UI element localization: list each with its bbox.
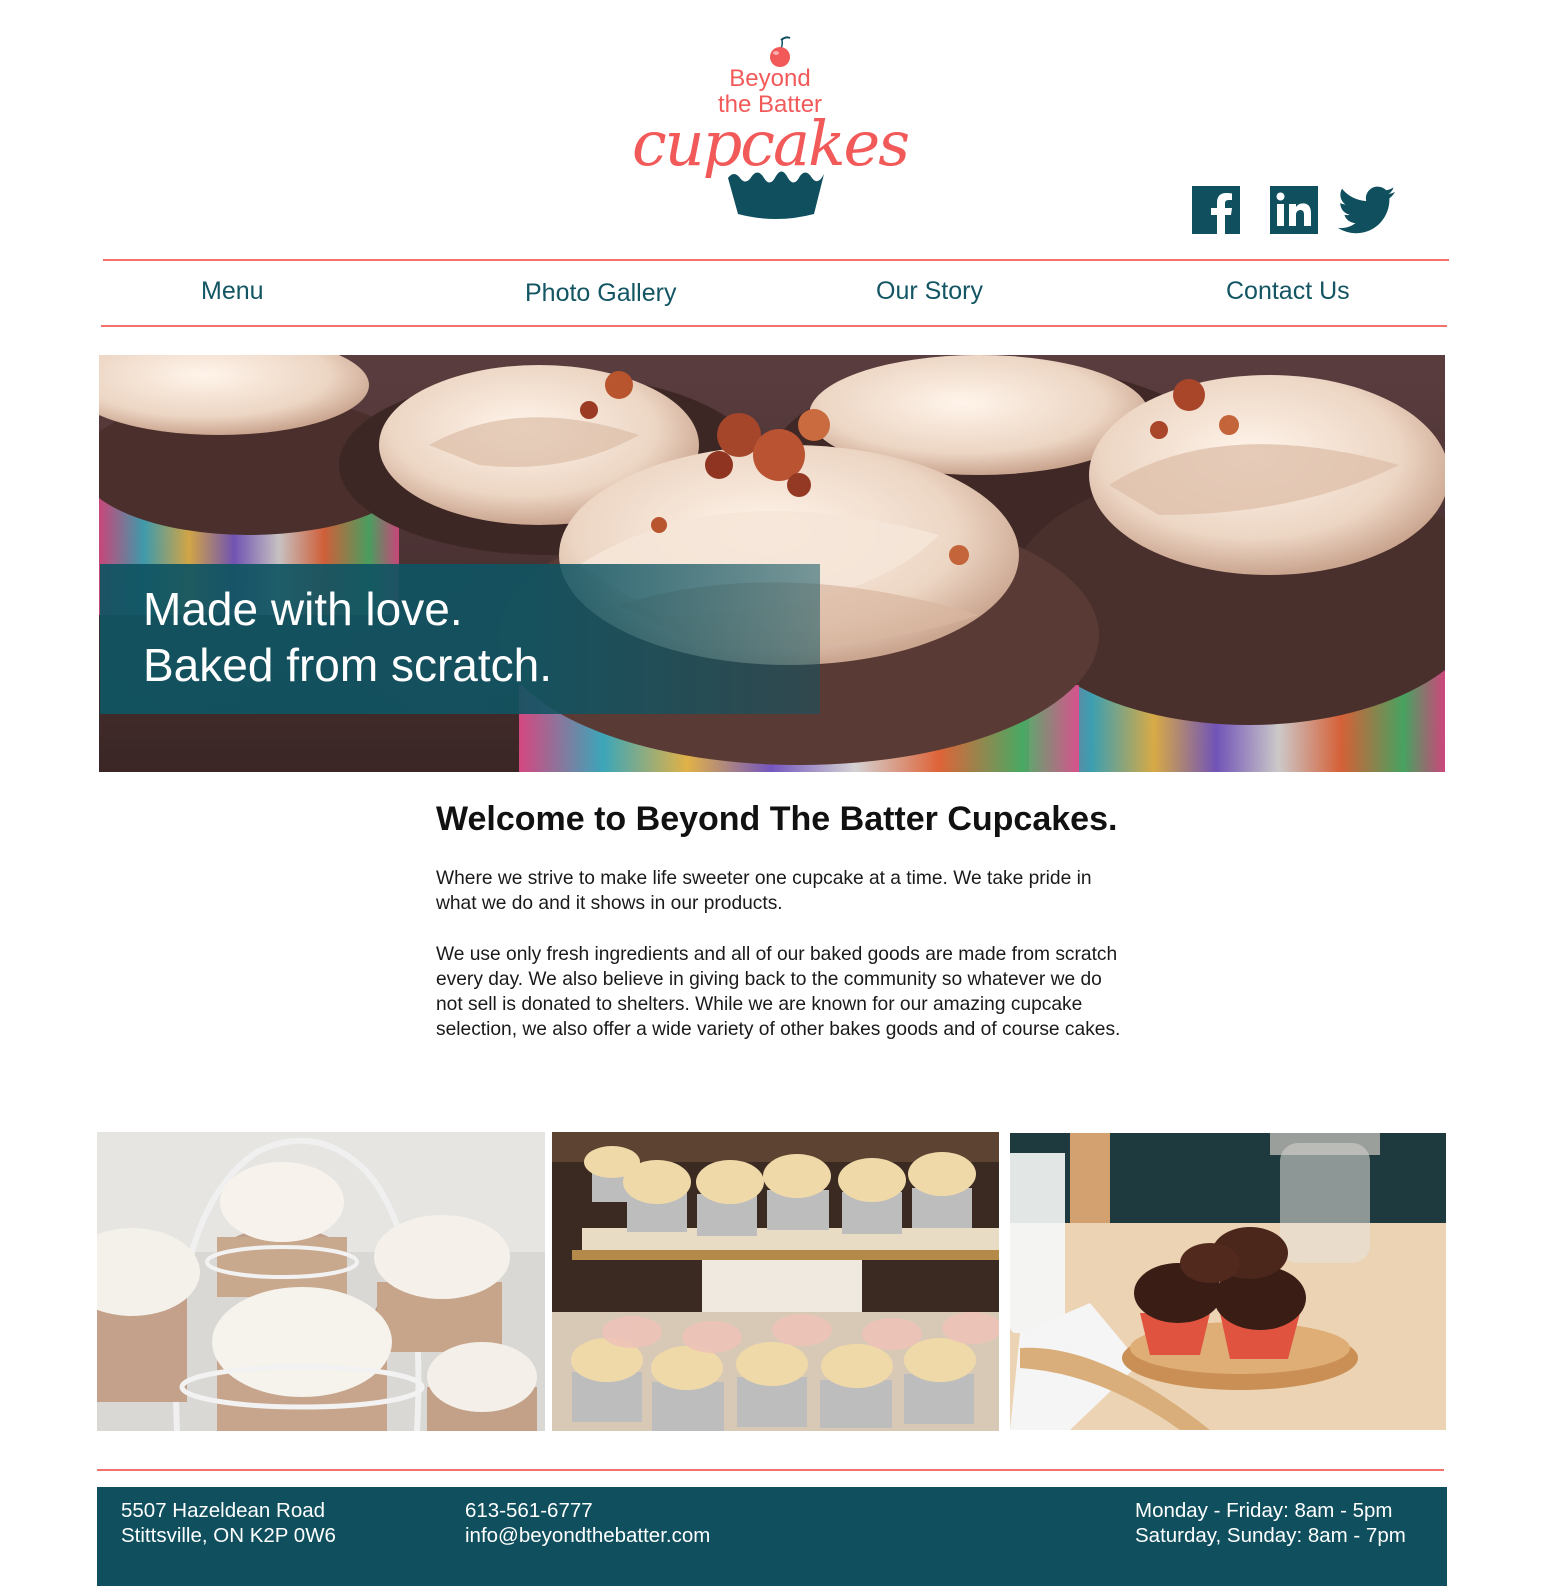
nav-item-photo-gallery[interactable]: Photo Gallery	[525, 276, 676, 310]
footer-phone-link[interactable]: 613-561-6777	[465, 1498, 593, 1523]
linkedin-icon[interactable]	[1270, 186, 1318, 234]
cupcake-wrapper-icon	[728, 171, 824, 219]
hero-banner: Made with love. Baked from scratch.	[99, 355, 1445, 772]
welcome-paragraph-1: Where we strive to make life sweeter one…	[436, 868, 1092, 914]
logo[interactable]: Beyond the Batter cupcakes	[600, 36, 940, 226]
nav-item-our-story[interactable]: Our Story	[876, 274, 983, 308]
nav-item-menu[interactable]: Menu	[201, 274, 264, 308]
gallery-photo-cupcake-stand[interactable]	[97, 1132, 545, 1431]
footer-divider	[97, 1469, 1444, 1471]
welcome-heading: Welcome to Beyond The Batter Cupcakes.	[436, 800, 1118, 838]
hero-tagline-line1: Made with love.	[143, 583, 463, 635]
chocolate-cupcakes-image	[1010, 1133, 1446, 1430]
nav-bottom-divider	[101, 325, 1447, 327]
hero-tagline-line2: Baked from scratch.	[143, 639, 553, 691]
nav-top-divider	[103, 259, 1449, 261]
gallery-photo-chocolate-cupcakes[interactable]	[1010, 1133, 1446, 1430]
footer-address-line1: 5507 Hazeldean Road	[121, 1499, 326, 1522]
gallery-photo-display-shelf[interactable]	[552, 1132, 999, 1431]
twitter-icon[interactable]	[1338, 186, 1396, 234]
nav-item-contact-us[interactable]: Contact Us	[1226, 274, 1350, 308]
footer: 5507 Hazeldean Road Stittsville, ON K2P …	[97, 1487, 1447, 1586]
welcome-paragraph-2: We use only fresh ingredients and all of…	[436, 944, 1121, 1040]
logo-text-beyond: Beyond	[729, 65, 811, 92]
footer-hours-weekend: Saturday, Sunday: 8am - 7pm	[1135, 1524, 1406, 1547]
footer-email-link[interactable]: info@beyondthebatter.com	[465, 1523, 710, 1548]
footer-address-line2: Stittsville, ON K2P 0W6	[121, 1524, 336, 1547]
display-shelf-image	[552, 1132, 999, 1431]
facebook-icon[interactable]	[1192, 186, 1240, 234]
footer-hours-weekday: Monday - Friday: 8am - 5pm	[1135, 1499, 1393, 1522]
cherry-icon	[770, 36, 791, 67]
cupcake-stand-image	[97, 1132, 545, 1431]
